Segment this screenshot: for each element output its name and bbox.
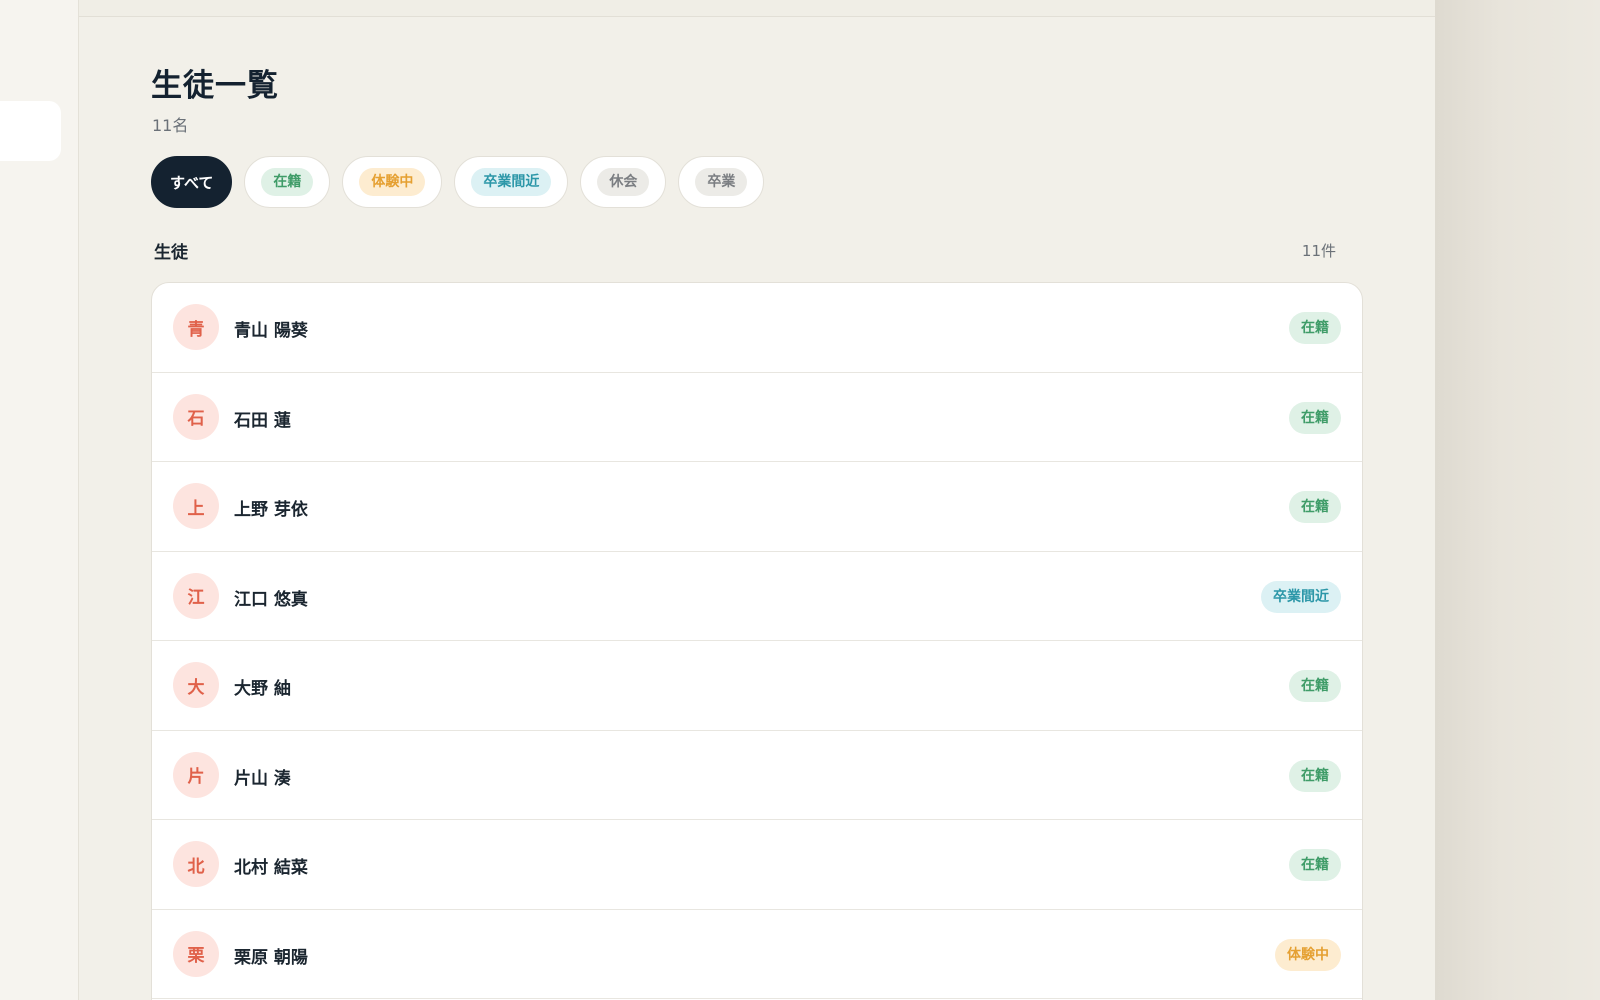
app: 生徒一覧 11名 すべて 在籍 体験中 卒業間近 休会 卒業 生徒 11件 青 … [0,0,1600,1000]
status-badge: 在籍 [1289,759,1341,792]
avatar: 上 [173,483,219,529]
student-row[interactable]: 江 江口 悠真 卒業間近 [152,552,1362,641]
avatar: 江 [173,572,219,619]
filter-graduated-label: 卒業 [695,168,748,196]
student-list: 青 青山 陽葵 在籍 石 石田 蓮 在籍 上 上野 芽依 在籍 江 江口 悠真 … [151,282,1363,1000]
avatar: 石 [173,393,219,440]
filter-graduating-soon[interactable]: 卒業間近 [454,156,569,208]
student-row[interactable]: 栗 栗原 朝陽 体験中 [152,910,1362,999]
status-badge: 体験中 [1275,938,1341,971]
filter-all[interactable]: すべて [151,156,233,208]
status-badge: 在籍 [1289,849,1341,881]
avatar: 大 [173,662,219,708]
status-badge: 在籍 [1289,491,1341,523]
status-badge: 在籍 [1289,401,1341,434]
student-total-count: 11名 [152,116,189,135]
student-row[interactable]: 片 片山 湊 在籍 [152,731,1362,820]
avatar: 栗 [173,930,219,977]
top-bar [79,0,1435,17]
status-badge-wrap: 体験中 [1275,938,1341,971]
avatar: 青 [173,304,219,350]
section-title: 生徒 [154,243,188,263]
student-name: 青山 陽葵 [234,321,308,341]
right-gutter [1435,0,1600,1000]
status-badge-wrap: 在籍 [1289,670,1341,702]
filter-trial[interactable]: 体験中 [342,156,443,208]
page-title: 生徒一覧 [151,68,279,104]
sidebar [0,0,79,1000]
student-row[interactable]: 青 青山 陽葵 在籍 [152,283,1362,373]
avatar: 北 [173,841,219,887]
status-badge-wrap: 在籍 [1289,401,1341,434]
filter-on-leave-label: 休会 [597,168,650,196]
student-name: 片山 湊 [234,768,291,789]
filter-graduated[interactable]: 卒業 [678,156,765,208]
status-filter-bar: すべて 在籍 体験中 卒業間近 休会 卒業 [151,156,765,208]
status-badge-wrap: 卒業間近 [1261,580,1341,613]
status-badge: 在籍 [1289,312,1341,344]
sidebar-nav-item[interactable] [0,101,61,161]
filter-enrolled-label: 在籍 [261,168,314,196]
student-name: 北村 結菜 [234,858,308,878]
status-badge-wrap: 在籍 [1289,849,1341,881]
filter-all-label: すべて [170,173,214,192]
main-content: 生徒一覧 11名 すべて 在籍 体験中 卒業間近 休会 卒業 生徒 11件 青 … [79,18,1435,1000]
filter-enrolled[interactable]: 在籍 [244,156,331,208]
student-name: 大野 紬 [234,679,291,699]
student-name: 江口 悠真 [234,589,308,610]
status-badge: 卒業間近 [1261,580,1341,613]
status-badge-wrap: 在籍 [1289,759,1341,792]
filter-graduating-soon-label: 卒業間近 [471,168,552,196]
status-badge: 在籍 [1289,670,1341,702]
status-badge-wrap: 在籍 [1289,312,1341,344]
status-badge-wrap: 在籍 [1289,491,1341,523]
student-row[interactable]: 石 石田 蓮 在籍 [152,373,1362,462]
avatar: 片 [173,751,219,798]
student-row[interactable]: 北 北村 結菜 在籍 [152,820,1362,910]
section-count: 11件 [1301,242,1336,260]
student-name: 栗原 朝陽 [234,947,308,968]
student-row[interactable]: 上 上野 芽依 在籍 [152,462,1362,552]
student-name: 石田 蓮 [234,410,291,431]
student-name: 上野 芽依 [234,500,308,520]
filter-on-leave[interactable]: 休会 [580,156,667,208]
filter-trial-label: 体験中 [359,168,426,196]
student-row[interactable]: 大 大野 紬 在籍 [152,641,1362,731]
